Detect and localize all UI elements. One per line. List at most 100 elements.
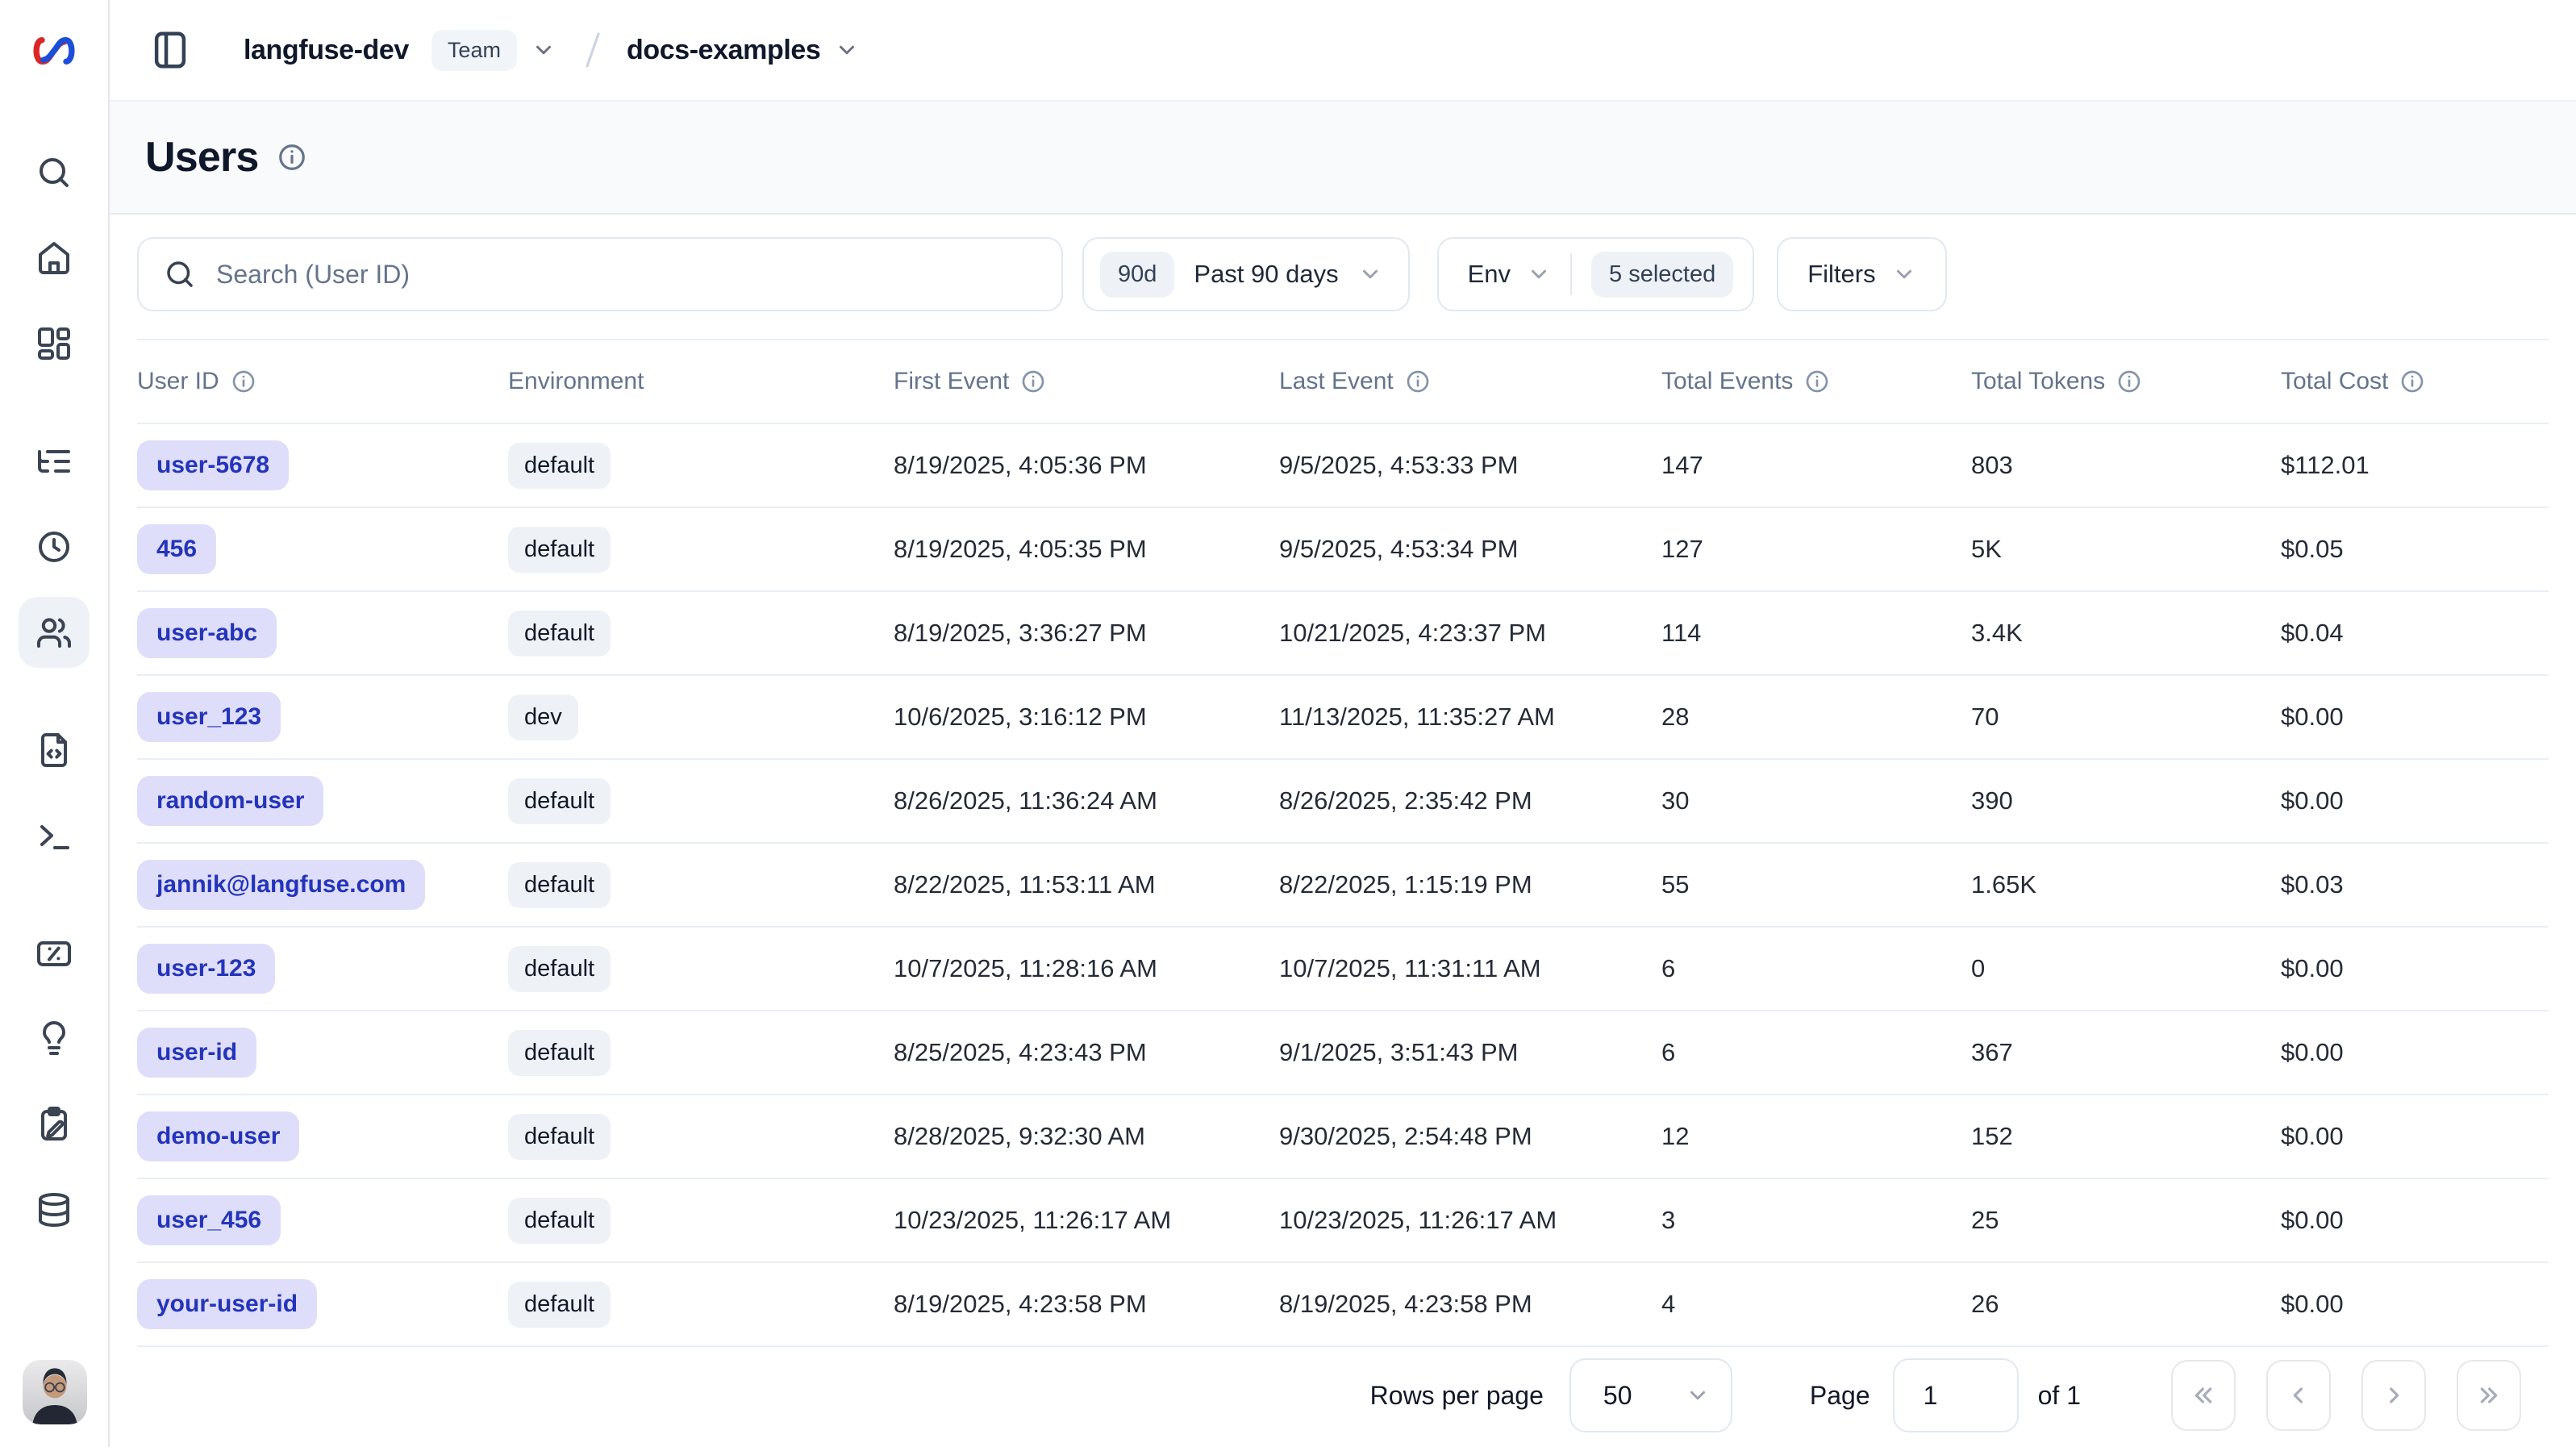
sidebar-item-tracing[interactable] [19,426,90,497]
info-icon[interactable] [1405,369,1431,394]
chevrons-left-icon [2190,1382,2216,1408]
environment-badge: default [508,1114,611,1160]
sidebar-item-search[interactable] [19,137,90,208]
sidebar-toggle-button[interactable] [148,28,192,72]
user-id-badge[interactable]: jannik@langfuse.com [137,860,425,910]
user-id-badge[interactable]: your-user-id [137,1279,317,1329]
user-id-badge[interactable]: user_456 [137,1195,281,1245]
table-row[interactable]: user-123 default 10/7/2025, 11:28:16 AM … [137,927,2549,1011]
table-row[interactable]: user-abc default 8/19/2025, 3:36:27 PM 1… [137,591,2549,675]
total-tokens-cell: 152 [1971,1095,2281,1178]
user-id-badge[interactable]: user-5678 [137,440,289,490]
total-events-cell: 147 [1661,423,1971,507]
info-icon[interactable] [2399,369,2425,394]
sidebar-item-prompts[interactable] [19,715,90,786]
panel-left-icon [148,28,192,72]
sidebar-item-evaluation[interactable] [19,918,90,989]
total-tokens-cell: 5K [1971,507,2281,591]
sidebar-item-home[interactable] [19,223,90,294]
total-events-cell: 30 [1661,759,1971,843]
sidebar-item-insights[interactable] [19,1003,90,1074]
total-tokens-cell: 25 [1971,1178,2281,1262]
user-id-badge[interactable]: 456 [137,524,216,574]
environment-badge: default [508,946,611,992]
table-row[interactable]: user-id default 8/25/2025, 4:23:43 PM 9/… [137,1011,2549,1095]
user-id-badge[interactable]: user-abc [137,608,277,658]
last-page-button[interactable] [2457,1360,2521,1431]
search-icon [35,153,73,192]
total-cost-cell: $0.00 [2281,1011,2549,1095]
langfuse-logo-icon[interactable] [0,0,108,102]
breadcrumb-separator [578,26,607,74]
total-events-cell: 3 [1661,1178,1971,1262]
user-id-badge[interactable]: demo-user [137,1111,299,1161]
info-icon[interactable] [2116,369,2142,394]
page-count-label: of 1 [2038,1381,2081,1411]
search-input[interactable] [216,239,1061,310]
table-header-row: User ID Environment First Event Last Eve… [137,340,2549,423]
dashboard-grid-icon [35,324,73,363]
table-row[interactable]: random-user default 8/26/2025, 11:36:24 … [137,759,2549,843]
environment-badge: default [508,527,611,573]
search-box[interactable] [137,237,1063,311]
org-breadcrumb[interactable]: langfuse-dev Team [244,30,556,71]
column-header-total-events: Total Events [1661,340,1971,423]
trace-tree-icon [35,442,73,481]
sidebar-item-sessions[interactable] [19,511,90,582]
previous-page-button[interactable] [2266,1360,2331,1431]
project-name[interactable]: docs-examples [627,35,820,66]
table-row[interactable]: 456 default 8/19/2025, 4:05:35 PM 9/5/20… [137,507,2549,591]
user-id-badge[interactable]: user-123 [137,944,275,994]
last-event-cell: 8/19/2025, 4:23:58 PM [1279,1262,1661,1346]
last-event-cell: 9/5/2025, 4:53:34 PM [1279,507,1661,591]
first-event-cell: 8/22/2025, 11:53:11 AM [894,843,1279,927]
table-row[interactable]: demo-user default 8/28/2025, 9:32:30 AM … [137,1095,2549,1178]
page-number-input[interactable] [1893,1358,2019,1432]
total-cost-cell: $0.04 [2281,591,2549,675]
sidebar-item-datasets[interactable] [19,1174,90,1245]
info-icon[interactable] [1020,369,1046,394]
rows-per-page-label: Rows per page [1370,1381,1544,1411]
page-label: Page [1810,1381,1870,1411]
project-breadcrumb[interactable]: docs-examples [627,35,859,66]
first-event-cell: 8/19/2025, 4:23:58 PM [894,1262,1279,1346]
info-icon[interactable] [1804,369,1830,394]
total-tokens-cell: 70 [1971,675,2281,759]
sidebar-item-users[interactable] [19,597,90,668]
rows-per-page-select[interactable]: 50 [1569,1358,1732,1432]
sidebar-item-annotation[interactable] [19,1089,90,1160]
org-type-badge: Team [431,30,517,71]
sidebar-item-playground[interactable] [19,800,90,871]
chevron-down-icon[interactable] [835,38,859,62]
environment-badge: default [508,862,611,908]
total-tokens-cell: 367 [1971,1011,2281,1095]
environment-badge: default [508,1282,611,1328]
sidebar-item-dashboards[interactable] [19,308,90,379]
user-id-badge[interactable]: user-id [137,1028,256,1078]
user-id-badge[interactable]: user_123 [137,692,281,742]
table-row[interactable]: user-5678 default 8/19/2025, 4:05:36 PM … [137,423,2549,507]
next-page-button[interactable] [2361,1360,2426,1431]
info-icon[interactable] [231,369,256,394]
org-name[interactable]: langfuse-dev [244,35,409,66]
top-bar: langfuse-dev Team docs-examples [110,0,2576,102]
first-event-cell: 8/19/2025, 3:36:27 PM [894,591,1279,675]
date-range-button[interactable]: 90d Past 90 days [1082,237,1410,311]
chevron-right-icon [2381,1382,2407,1408]
table-row[interactable]: user_456 default 10/23/2025, 11:26:17 AM… [137,1178,2549,1262]
first-page-button[interactable] [2171,1360,2236,1431]
table-row[interactable]: user_123 dev 10/6/2025, 3:16:12 PM 11/13… [137,675,2549,759]
content-area: 90d Past 90 days Env 5 selected Filters [110,215,2576,1447]
sidebar [0,0,110,1447]
environment-badge: default [508,1030,611,1076]
table-row[interactable]: jannik@langfuse.com default 8/22/2025, 1… [137,843,2549,927]
first-event-cell: 8/19/2025, 4:05:36 PM [894,423,1279,507]
table-row[interactable]: your-user-id default 8/19/2025, 4:23:58 … [137,1262,2549,1346]
last-event-cell: 10/21/2025, 4:23:37 PM [1279,591,1661,675]
info-icon[interactable] [277,142,307,173]
chevron-down-icon[interactable] [531,38,556,62]
filters-button[interactable]: Filters [1777,237,1946,311]
user-avatar[interactable] [23,1360,87,1424]
user-id-badge[interactable]: random-user [137,776,323,826]
environment-filter-button[interactable]: Env 5 selected [1437,237,1755,311]
